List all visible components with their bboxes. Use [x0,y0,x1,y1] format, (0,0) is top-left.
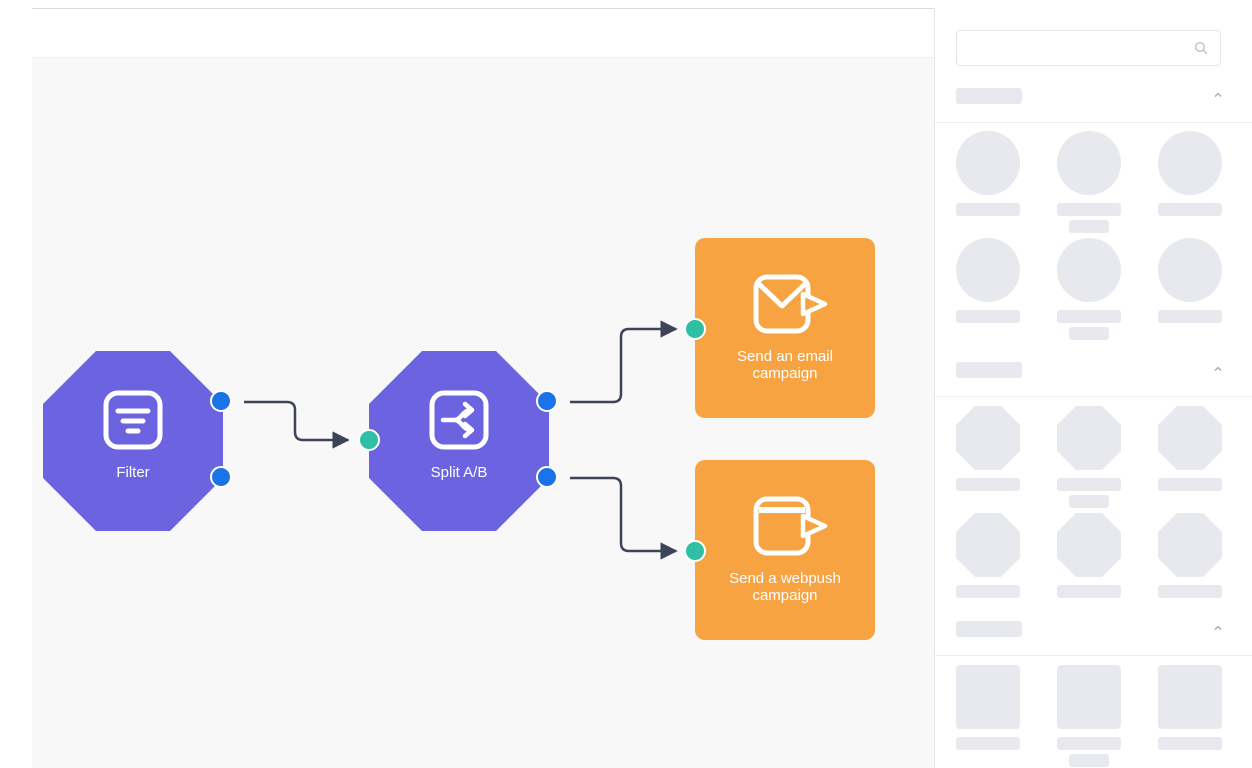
library-section-header[interactable] [935,88,1252,123]
node-label: Send an email campaign [737,348,833,382]
chevron-up-icon[interactable] [1213,623,1223,633]
library-item-label-placeholder [1158,737,1222,750]
filter-output-port-2[interactable] [210,466,232,488]
library-section-header[interactable] [935,621,1252,656]
chevron-up-icon[interactable] [1213,364,1223,374]
library-item-placeholder[interactable] [1057,665,1121,729]
section-title-placeholder [956,88,1022,104]
email-send-icon [753,274,828,334]
library-item-label-placeholder [1057,737,1121,750]
library-item-placeholder[interactable] [956,238,1020,302]
library-item-label-placeholder [1158,585,1222,598]
library-item-label-placeholder [1158,203,1222,216]
node-send-webpush-campaign[interactable]: Send a webpush campaign [695,460,875,640]
webpush-send-icon [753,496,828,556]
library-item-label-placeholder [1057,203,1121,216]
library-item-placeholder[interactable] [1158,513,1222,577]
library-item-label-placeholder [1069,754,1109,767]
connection-split-to-webpush[interactable] [570,476,678,560]
library-section-header[interactable] [935,362,1252,397]
library-item-placeholder[interactable] [956,131,1020,195]
library-item-placeholder[interactable] [1057,513,1121,577]
library-item-label-placeholder [956,203,1020,216]
node-send-email-campaign[interactable]: Send an email campaign [695,238,875,418]
library-item-placeholder[interactable] [1158,238,1222,302]
node-label: Filter [116,464,150,481]
filter-icon [103,390,163,450]
library-item-placeholder[interactable] [956,665,1020,729]
connection-filter-to-split[interactable] [244,400,350,449]
library-item-placeholder[interactable] [1158,665,1222,729]
library-item-label-placeholder [1057,585,1121,598]
library-item-placeholder[interactable] [1057,131,1121,195]
library-item-label-placeholder [1158,478,1222,491]
library-item-placeholder[interactable] [956,513,1020,577]
library-item-placeholder[interactable] [1057,406,1121,470]
library-item-placeholder[interactable] [1057,238,1121,302]
library-item-label-placeholder [1158,310,1222,323]
node-label: Send a webpush campaign [729,570,841,604]
library-item-placeholder[interactable] [1158,406,1222,470]
chevron-up-icon[interactable] [1213,90,1223,100]
search-field[interactable] [956,30,1221,66]
library-item-label-placeholder [956,310,1020,323]
library-item-label-placeholder [1069,495,1109,508]
email-input-port[interactable] [684,318,706,340]
split-output-port-1[interactable] [536,390,558,412]
search-input[interactable] [967,39,1181,59]
search-icon[interactable] [1194,41,1208,55]
library-item-label-placeholder [956,737,1020,750]
node-library-sidebar [934,8,1252,768]
webpush-input-port[interactable] [684,540,706,562]
library-item-label-placeholder [956,478,1020,491]
section-title-placeholder [956,362,1022,378]
library-item-label-placeholder [1057,310,1121,323]
canvas-toolbar [32,9,934,58]
split-output-port-2[interactable] [536,466,558,488]
library-item-label-placeholder [956,585,1020,598]
split-input-port[interactable] [358,429,380,451]
connection-split-to-email[interactable] [570,320,678,404]
node-filter[interactable]: Filter [43,351,223,531]
node-label: Split A/B [430,464,488,481]
library-item-label-placeholder [1069,327,1109,340]
split-icon [429,390,489,450]
library-item-label-placeholder [1057,478,1121,491]
section-title-placeholder [956,621,1022,637]
library-item-placeholder[interactable] [956,406,1020,470]
library-item-placeholder[interactable] [1158,131,1222,195]
node-split-ab[interactable]: Split A/B [369,351,549,531]
filter-output-port-1[interactable] [210,390,232,412]
workflow-canvas[interactable]: Filter Split A/B Send an email campaign [32,58,934,768]
library-item-label-placeholder [1069,220,1109,233]
